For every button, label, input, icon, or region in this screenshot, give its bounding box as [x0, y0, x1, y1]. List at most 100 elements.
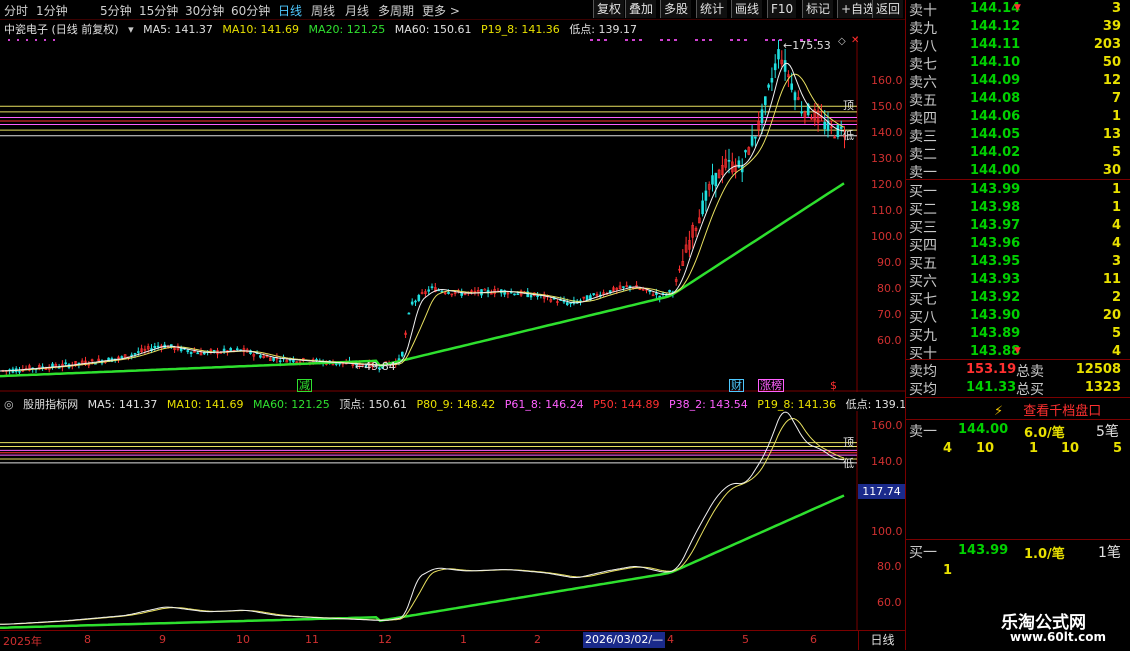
bid-row[interactable]: 买六 143.93 11 [906, 271, 1130, 290]
event-tag-dollar[interactable]: $ [830, 379, 837, 392]
f10-button[interactable]: F10 [767, 0, 797, 18]
indicator-chart[interactable] [0, 411, 905, 631]
time-label: 11 [305, 633, 319, 646]
ask-row[interactable]: 卖二 144.02 5 [906, 144, 1130, 163]
sub-y-tick: 160.0 [871, 419, 903, 432]
total-buy-value: 1323 [1084, 380, 1121, 395]
period-tab-fenshi[interactable]: 分时 [4, 2, 28, 19]
lightning-icon: ⚡ [994, 404, 1004, 419]
ask-row[interactable]: 卖七 144.10 50 [906, 54, 1130, 73]
bid-label: 买八 [909, 310, 937, 326]
sub-legend-p19: P19_8: 141.36 [757, 398, 837, 411]
ask-row[interactable]: 卖八 144.11 203 [906, 36, 1130, 55]
bid1-count: 1笔 [1098, 545, 1121, 561]
bid-price: 143.98 [970, 200, 1021, 215]
buy-avg-label: 买均 [909, 382, 937, 398]
bid-row[interactable]: 买一 143.99 1 [906, 181, 1130, 200]
candle-body [800, 111, 803, 114]
period-tab-more[interactable]: 更多 > [422, 2, 460, 19]
ask-price: 144.08 [970, 91, 1021, 106]
period-tab-5min[interactable]: 5分钟 [100, 2, 132, 19]
close-icon[interactable]: ✕ [851, 35, 859, 46]
period-tab-60min[interactable]: 60分钟 [231, 2, 270, 19]
ask-row[interactable]: 卖六 144.09 12 [906, 72, 1130, 91]
ask-row[interactable]: 卖九 144.12 39 [906, 18, 1130, 37]
period-tab-monthly[interactable]: 月线 [345, 2, 369, 19]
signal-dot [667, 39, 670, 41]
bid1-detail-price: 143.99 [958, 543, 1009, 558]
sub-legend-ma5: MA5: 141.37 [87, 398, 158, 411]
legend-low: 低点: 139.17 [569, 23, 638, 36]
stats-button[interactable]: 统计 [696, 0, 728, 18]
candle-body [770, 78, 774, 83]
ask-row[interactable]: 卖三 144.05 13 [906, 126, 1130, 145]
signal-dot [779, 39, 782, 41]
signal-dot [8, 39, 10, 41]
time-label: 6 [810, 633, 817, 646]
period-tab-weekly[interactable]: 周线 [311, 2, 335, 19]
signal-dot [744, 39, 747, 41]
multi-stock-button[interactable]: 多股 [660, 0, 692, 18]
event-tag-reduce[interactable]: 减 [297, 379, 312, 392]
ask-volume: 12 [1102, 73, 1121, 88]
ask-row[interactable]: 卖四 144.06 1 [906, 108, 1130, 127]
lightning-button[interactable]: ⚡ 查看千档盘口 [994, 400, 1101, 419]
bid-row[interactable]: 买九 143.89 5 [906, 325, 1130, 344]
fuquan-button[interactable]: 复权 [593, 0, 625, 18]
ask-volume: 30 [1102, 163, 1121, 178]
bid-row[interactable]: 买二 143.98 1 [906, 199, 1130, 218]
candle-body [186, 350, 190, 353]
kline-chart[interactable] [0, 36, 905, 392]
bid-volume: 3 [1111, 254, 1121, 269]
signal-dot [597, 39, 600, 41]
ask-price: 144.06 [970, 109, 1021, 124]
ask-row[interactable]: 卖五 144.08 7 [906, 90, 1130, 109]
order-book-panel: 卖十 144.14 ▼ 3 卖九 144.12 39 卖八 144.11 203 卖七 144.10 5… [905, 0, 1130, 650]
mark-button[interactable]: 标记 [802, 0, 834, 18]
watermark: 乐淘公式网 www.60lt.com [906, 600, 1130, 650]
legend-ma20: MA20: 121.25 [308, 23, 386, 36]
candle-body [430, 286, 434, 288]
sub-settings-icon[interactable]: ◎ [4, 398, 14, 411]
bid-volume: 11 [1102, 272, 1121, 287]
legend-toggle-icon[interactable]: ▾ [128, 23, 134, 36]
ask-price: 144.12 [970, 19, 1021, 34]
bid-row[interactable]: 买四 143.96 4 [906, 235, 1130, 254]
candle-body [783, 60, 787, 72]
total-buy-label: 总买 [1016, 382, 1044, 398]
bid-volume: 5 [1111, 326, 1121, 341]
period-tab-30min[interactable]: 30分钟 [185, 2, 224, 19]
ask-volume: 1 [1111, 109, 1121, 124]
ask-volume: 13 [1102, 127, 1121, 142]
bid-row[interactable]: 买三 143.97 4 [906, 217, 1130, 236]
bid-row[interactable]: 买八 143.90 20 [906, 307, 1130, 326]
signal-dot [590, 39, 593, 41]
period-tab-1min[interactable]: 1分钟 [36, 2, 68, 19]
sub-low-level-tag: 低 [843, 457, 854, 470]
ask-row[interactable]: 卖十 144.14 ▼ 3 [906, 0, 1130, 19]
back-button[interactable]: 返回 [872, 0, 904, 18]
draw-line-button[interactable]: 画线 [731, 0, 763, 18]
sub-chart-legend: ◎ 股朋指标网 MA5: 141.37 MA10: 141.69 MA60: 1… [4, 396, 912, 412]
event-tag-rank[interactable]: 涨榜 [758, 379, 784, 392]
overlay-button[interactable]: 叠加 [625, 0, 657, 18]
lightning-label: 查看千档盘口 [1023, 404, 1102, 419]
sub-legend-p61: P61_8: 146.24 [504, 398, 584, 411]
candle-body [823, 121, 827, 130]
period-tab-15min[interactable]: 15分钟 [139, 2, 178, 19]
period-label[interactable]: 日线 [858, 631, 906, 650]
signal-dot [702, 39, 705, 41]
watermark-url: www.60lt.com [1010, 630, 1107, 644]
ask-volume: 5 [1111, 145, 1121, 160]
period-tab-multi[interactable]: 多周期 [378, 2, 414, 19]
event-tag-finance[interactable]: 财 [729, 379, 744, 392]
period-tab-daily[interactable]: 日线 [278, 2, 302, 19]
bid-row[interactable]: 买五 143.95 3 [906, 253, 1130, 272]
ask-row[interactable]: 卖一 144.00 30 [906, 162, 1130, 181]
breakdown-cell: 10 [976, 441, 995, 456]
signal-dot [765, 39, 768, 41]
bid-row[interactable]: 买七 143.92 2 [906, 289, 1130, 308]
candle-body [565, 302, 569, 306]
candle-body [701, 200, 704, 215]
bid-label: 买十 [909, 346, 937, 362]
